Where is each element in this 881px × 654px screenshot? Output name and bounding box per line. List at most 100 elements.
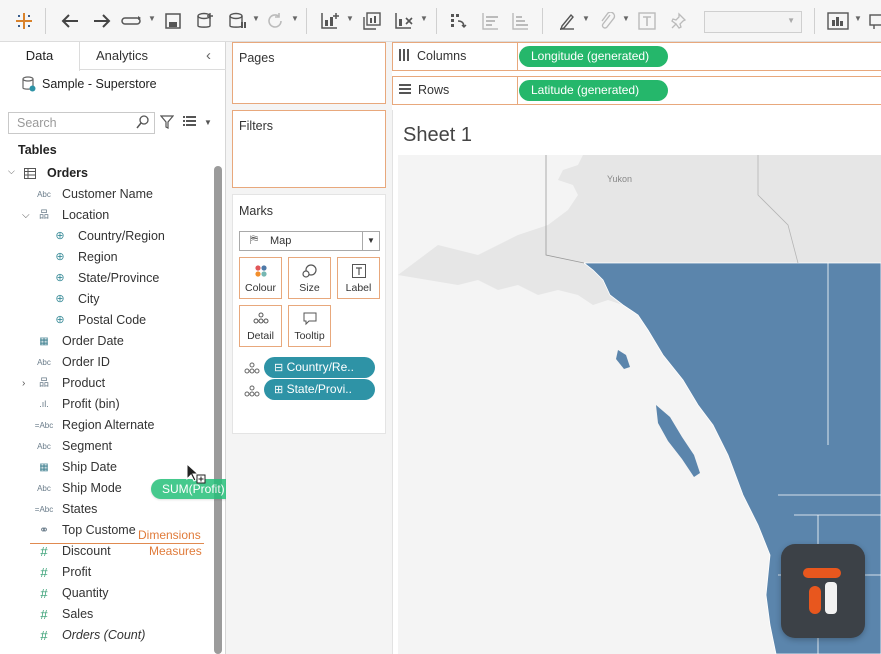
- field-label: Product: [62, 376, 106, 390]
- view-options-icon[interactable]: [183, 116, 196, 130]
- field-item[interactable]: ⊕ Postal Code: [0, 310, 210, 331]
- number-icon: #: [40, 586, 48, 601]
- field-list-scrollbar[interactable]: [214, 166, 222, 654]
- field-item[interactable]: ⊕ Region: [0, 247, 210, 268]
- highlight-pen-icon[interactable]: [556, 9, 578, 33]
- longitude-pill[interactable]: Longitude (generated): [519, 46, 668, 67]
- tooltip-button[interactable]: Tooltip: [288, 305, 331, 347]
- field-item[interactable]: ⌵ 品 Location: [0, 205, 210, 226]
- duplicate-sheet-icon[interactable]: [360, 9, 384, 33]
- label-button[interactable]: Label: [337, 257, 380, 299]
- field-item[interactable]: # Orders (Count): [0, 625, 210, 646]
- group-members-icon[interactable]: [596, 9, 618, 33]
- sort-descending-icon[interactable]: [508, 9, 532, 33]
- field-item[interactable]: # Sales: [0, 604, 210, 625]
- field-item[interactable]: ▦ Ship Date: [0, 457, 210, 478]
- field-item[interactable]: .ıl. Profit (bin): [0, 394, 210, 415]
- group-dropdown-icon[interactable]: ▼: [622, 14, 630, 23]
- new-worksheet-icon[interactable]: [318, 9, 342, 33]
- show-me-dropdown-icon[interactable]: ▼: [854, 14, 862, 23]
- detail-button[interactable]: Detail: [239, 305, 282, 347]
- search-input[interactable]: Search: [8, 112, 155, 134]
- size-button[interactable]: Size: [288, 257, 331, 299]
- pause-datasource-icon[interactable]: [226, 9, 248, 33]
- field-item[interactable]: ▦ Order Date: [0, 331, 210, 352]
- mark-type-dropdown-icon[interactable]: ▼: [362, 232, 379, 250]
- chevron-right-icon[interactable]: ›: [22, 373, 25, 394]
- field-label: Postal Code: [78, 313, 147, 327]
- show-mark-labels-icon[interactable]: [636, 9, 658, 33]
- field-label: Profit (bin): [62, 397, 120, 411]
- tables-heading: Tables: [18, 143, 57, 157]
- size-icon: [289, 264, 330, 281]
- clear-sheet-icon[interactable]: [392, 9, 416, 33]
- field-item[interactable]: =Abc States: [0, 499, 210, 520]
- field-label: Quantity: [62, 586, 109, 600]
- field-item[interactable]: Abc Segment: [0, 436, 210, 457]
- field-item[interactable]: # Quantity: [0, 583, 210, 604]
- table-name[interactable]: Orders: [47, 166, 88, 180]
- filters-title: Filters: [239, 119, 274, 133]
- columns-shelf[interactable]: Columns Longitude (generated): [392, 42, 881, 71]
- number-icon: #: [40, 565, 48, 580]
- save-icon[interactable]: [162, 9, 184, 33]
- pages-title: Pages: [239, 51, 275, 65]
- country-region-pill-label: Country/Re..: [286, 360, 354, 374]
- datasource-name[interactable]: Sample - Superstore: [42, 77, 157, 91]
- field-label: State/Province: [78, 271, 160, 285]
- tab-data[interactable]: Data: [0, 42, 80, 71]
- chevron-down-icon[interactable]: ⌵: [8, 166, 15, 177]
- filter-fields-icon[interactable]: [159, 115, 175, 132]
- country-region-mark-pill[interactable]: ⊟ Country/Re..: [264, 357, 375, 378]
- collapse-pane-icon[interactable]: ‹: [206, 42, 211, 70]
- field-label: Order ID: [62, 355, 110, 369]
- sort-ascending-icon[interactable]: [478, 9, 502, 33]
- field-item[interactable]: =Abc Region Alternate: [0, 415, 210, 436]
- globe-icon: ⊕: [55, 230, 65, 242]
- field-label: Orders (Count): [62, 628, 146, 642]
- mark-type-select[interactable]: ⛿ Map ▼: [239, 231, 380, 251]
- state-province-mark-pill[interactable]: ⊞ State/Provi..: [264, 379, 375, 400]
- show-me-icon[interactable]: [826, 9, 850, 33]
- refresh-dropdown-icon[interactable]: ▼: [291, 14, 299, 23]
- tableau-logo-icon[interactable]: [12, 9, 36, 33]
- expand-hierarchy-icon[interactable]: ⊞: [274, 384, 283, 396]
- map-mark-icon: ⛿: [250, 234, 258, 246]
- fit-selector[interactable]: ▼: [704, 11, 802, 33]
- search-icon: [136, 115, 149, 132]
- pages-shelf[interactable]: Pages: [232, 42, 386, 104]
- chevron-down-icon[interactable]: ⌵: [22, 205, 30, 226]
- replay-dropdown-icon[interactable]: ▼: [148, 14, 156, 23]
- latitude-pill[interactable]: Latitude (generated): [519, 80, 668, 101]
- tab-analytics[interactable]: Analytics: [96, 42, 148, 70]
- collapse-hierarchy-icon[interactable]: ⊟: [274, 362, 283, 374]
- field-item[interactable]: › 品 Product: [0, 373, 210, 394]
- calendar-icon: ▦: [39, 462, 49, 473]
- new-datasource-icon[interactable]: [194, 9, 216, 33]
- colour-button[interactable]: Colour: [239, 257, 282, 299]
- presentation-mode-icon[interactable]: [868, 9, 881, 33]
- fit-dropdown-icon[interactable]: ▼: [787, 16, 795, 25]
- detail-icon: [240, 312, 281, 327]
- filters-shelf[interactable]: Filters: [232, 110, 386, 188]
- field-item[interactable]: # Profit: [0, 562, 210, 583]
- field-item[interactable]: ⊕ City: [0, 289, 210, 310]
- data-pane: Data Analytics ‹ Sample - Superstore Sea…: [0, 42, 226, 654]
- highlight-dropdown-icon[interactable]: ▼: [582, 14, 590, 23]
- field-item[interactable]: ⊕ Country/Region: [0, 226, 210, 247]
- swap-rows-columns-icon[interactable]: [446, 9, 470, 33]
- pause-dropdown-icon[interactable]: ▼: [252, 14, 260, 23]
- sheet-title[interactable]: Sheet 1: [403, 124, 472, 147]
- field-item[interactable]: Abc Order ID: [0, 352, 210, 373]
- redo-arrow-icon[interactable]: [90, 9, 114, 33]
- field-item[interactable]: ⊕ State/Province: [0, 268, 210, 289]
- replay-icon[interactable]: [120, 9, 144, 33]
- undo-arrow-icon[interactable]: [58, 9, 82, 33]
- rows-shelf[interactable]: Rows Latitude (generated): [392, 76, 881, 105]
- new-worksheet-dropdown-icon[interactable]: ▼: [346, 14, 354, 23]
- pin-axes-icon[interactable]: [668, 9, 690, 33]
- field-item[interactable]: Abc Customer Name: [0, 184, 210, 205]
- refresh-icon[interactable]: [264, 9, 286, 33]
- view-options-dropdown-icon[interactable]: ▼: [204, 118, 212, 127]
- clear-sheet-dropdown-icon[interactable]: ▼: [420, 14, 428, 23]
